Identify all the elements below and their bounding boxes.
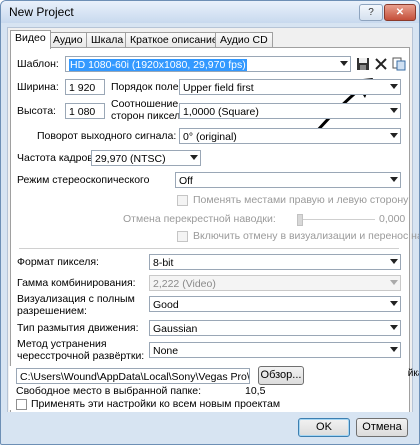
pixel-aspect-dropdown[interactable]: 1,0000 (Square) [179, 103, 401, 119]
gamma-label: Гамма комбинирования: [17, 277, 136, 289]
tab-summary[interactable]: Краткое описание [125, 32, 223, 48]
gamma-dropdown[interactable]: 2,222 (Video) [149, 275, 401, 291]
template-label: Шаблон: [17, 58, 59, 70]
cancel-button[interactable]: Отмена [356, 418, 408, 437]
rotation-label: Поворот выходного сигнала: [37, 130, 177, 142]
swap-sides-checkbox[interactable] [177, 195, 188, 206]
gamma-value: 2,222 (Video) [153, 278, 216, 290]
chevron-down-icon [390, 301, 398, 306]
render-quality-value: Good [153, 299, 179, 311]
lower-area [7, 380, 411, 437]
section-divider [19, 248, 399, 249]
rotation-value: 0° (original) [183, 131, 237, 143]
motion-blur-label: Тип размытия движения: [17, 322, 139, 334]
crosstalk-label: Отмена перекрестной наводки: [123, 213, 276, 225]
chevron-down-icon [390, 84, 398, 89]
render-quality-label-1: Визуализация с полным [17, 293, 135, 305]
pixel-aspect-label-2: сторон пикселя: [111, 110, 189, 122]
chevron-down-icon [190, 155, 198, 160]
apply-all-checkbox[interactable] [16, 399, 27, 410]
tab-video[interactable]: Видео [10, 30, 51, 49]
browse-folder-button[interactable]: Обзор... [258, 366, 304, 385]
template-dropdown[interactable]: HD 1080-60i (1920x1080, 29,970 fps) [65, 56, 351, 72]
frame-rate-dropdown[interactable]: 29,970 (NTSC) [91, 150, 201, 166]
title-bar: New Project ? ✕ [1, 1, 419, 23]
motion-blur-value: Gaussian [153, 323, 198, 335]
stereo-label: Режим стереоскопического [17, 174, 150, 186]
render-quality-dropdown[interactable]: Good [149, 296, 401, 312]
pixel-format-dropdown[interactable]: 8-bit [149, 254, 401, 270]
stereo-value: Off [179, 175, 193, 187]
chevron-down-icon [390, 108, 398, 113]
chevron-down-icon [390, 325, 398, 330]
ok-button[interactable]: OK [298, 418, 350, 437]
video-panel: Шаблон: HD 1080-60i (1920x1080, 29,970 f… [10, 47, 419, 414]
chevron-down-icon [390, 133, 398, 138]
chevron-down-icon [390, 177, 398, 182]
apply-cancel-checkbox[interactable] [177, 231, 188, 242]
deinterlace-label-2: чересстрочной развёртки: [17, 350, 145, 362]
close-button[interactable]: ✕ [384, 4, 416, 21]
swap-sides-label: Поменять местами правую и левую сторону [193, 194, 409, 206]
delete-icon[interactable] [374, 57, 388, 71]
crosstalk-slider-track[interactable] [297, 219, 375, 220]
tab-ruler[interactable]: Шкала [86, 32, 129, 48]
help-button[interactable]: ? [359, 4, 383, 21]
height-input[interactable]: 1 080 [65, 103, 105, 119]
deinterlace-dropdown[interactable]: None [149, 342, 401, 358]
deinterlace-value: None [153, 345, 179, 357]
stereo-dropdown[interactable]: Off [175, 172, 401, 188]
chevron-down-icon [390, 347, 398, 352]
deinterlace-label-1: Метод устранения [17, 338, 107, 350]
crosstalk-value: 0,000 [379, 213, 406, 225]
render-quality-label-2: разрешением: [17, 305, 87, 317]
chevron-down-icon [390, 280, 398, 285]
height-label: Высота: [17, 105, 56, 117]
field-order-value: Upper field first [183, 82, 254, 94]
width-input[interactable]: 1 920 [65, 79, 105, 95]
frame-rate-value: 29,970 (NTSC) [95, 153, 166, 165]
pixel-aspect-value: 1,0000 (Square) [183, 106, 259, 118]
width-label: Ширина: [17, 81, 59, 93]
pixel-aspect-label-1: Соотношение [111, 98, 179, 110]
chevron-down-icon [340, 61, 348, 66]
save-icon[interactable] [356, 57, 370, 71]
chevron-down-icon [390, 259, 398, 264]
tab-audio-cd[interactable]: Аудио CD [215, 32, 273, 48]
tab-audio[interactable]: Аудио [48, 32, 88, 48]
rotation-dropdown[interactable]: 0° (original) [179, 128, 401, 144]
pixel-format-value: 8-bit [153, 257, 174, 269]
copy-icon[interactable] [392, 57, 406, 71]
motion-blur-dropdown[interactable]: Gaussian [149, 320, 401, 336]
field-order-label: Порядок полей: [111, 81, 188, 93]
crosstalk-slider-thumb[interactable] [297, 214, 303, 226]
field-order-dropdown[interactable]: Upper field first [179, 79, 401, 95]
pixel-format-label: Формат пикселя: [17, 256, 99, 268]
frame-rate-label: Частота кадров: [17, 152, 96, 164]
apply-cancel-label: Включить отмену в визуализации и перенос… [193, 230, 419, 242]
template-value: HD 1080-60i (1920x1080, 29,970 fps) [69, 59, 247, 71]
window-title: New Project [9, 5, 74, 19]
prerender-path-field[interactable]: C:\Users\Wound\AppData\Local\Sony\Vegas … [16, 368, 250, 384]
